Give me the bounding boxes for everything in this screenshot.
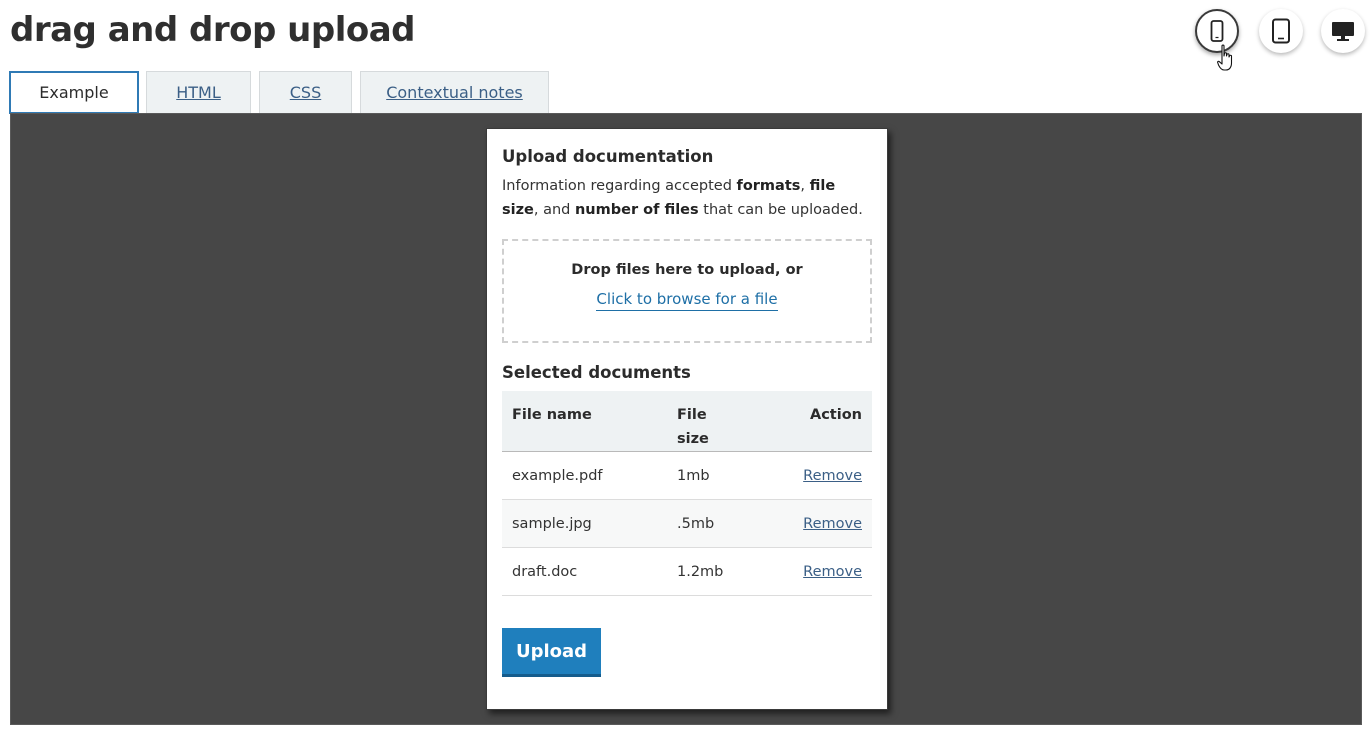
- file-size-header-line2: size: [677, 431, 709, 447]
- drop-instructions: Drop files here to upload, or: [571, 262, 803, 278]
- remove-link[interactable]: Remove: [803, 468, 862, 484]
- info-and: , and: [533, 202, 575, 218]
- table-row: example.pdf 1mb Remove: [502, 451, 872, 500]
- info-sep: ,: [800, 178, 810, 194]
- file-name-cell: draft.doc: [502, 547, 667, 596]
- selected-documents-heading: Selected documents: [502, 363, 691, 382]
- table-row: sample.jpg .5mb Remove: [502, 499, 872, 548]
- info-suffix: that can be uploaded.: [698, 202, 863, 218]
- upload-card: Upload documentation Information regardi…: [486, 128, 888, 710]
- action-cell: Remove: [737, 499, 872, 548]
- action-cell: Remove: [737, 547, 872, 596]
- desktop-icon: [1332, 22, 1354, 41]
- selected-documents-table: File name File size Action example.pdf 1m…: [502, 391, 872, 596]
- hand-pointer-cursor-icon: [1217, 44, 1233, 71]
- file-size-cell: 1.2mb: [667, 547, 737, 596]
- action-cell: Remove: [737, 451, 872, 500]
- info-formats: formats: [736, 178, 801, 194]
- file-name-cell: example.pdf: [502, 451, 667, 500]
- column-header-file-name: File name: [502, 391, 667, 452]
- tab-example[interactable]: Example: [9, 71, 139, 114]
- file-size-cell: 1mb: [667, 451, 737, 500]
- column-header-file-size: File size: [667, 391, 737, 452]
- file-dropzone[interactable]: Drop files here to upload, or Click to b…: [502, 239, 872, 343]
- file-size-cell: .5mb: [667, 499, 737, 548]
- upload-info-text: Information regarding accepted formats , …: [502, 174, 872, 222]
- tablet-view-button[interactable]: [1259, 9, 1303, 53]
- page-title: drag and drop upload: [10, 10, 416, 50]
- remove-link[interactable]: Remove: [803, 516, 862, 532]
- mobile-icon: [1210, 20, 1224, 42]
- desktop-view-button[interactable]: [1321, 9, 1365, 53]
- tab-contextual-notes[interactable]: Contextual notes: [360, 71, 549, 113]
- info-number: number of files: [574, 202, 699, 218]
- upload-heading: Upload documentation: [502, 147, 714, 166]
- upload-button[interactable]: Upload: [502, 628, 601, 677]
- tab-css[interactable]: CSS: [259, 71, 352, 113]
- column-header-action: Action: [737, 391, 872, 452]
- example-preview: Upload documentation Information regardi…: [10, 113, 1362, 725]
- table-header-row: File name File size Action: [502, 391, 872, 452]
- tablet-icon: [1272, 18, 1290, 44]
- file-name-cell: sample.jpg: [502, 499, 667, 548]
- page: drag and drop upload Example HTML CSS Co…: [0, 0, 1372, 738]
- tab-html[interactable]: HTML: [146, 71, 251, 113]
- remove-link[interactable]: Remove: [803, 564, 862, 580]
- file-size-header-line1: File: [677, 407, 707, 423]
- info-prefix: Information regarding accepted: [502, 178, 737, 194]
- table-row: draft.doc 1.2mb Remove: [502, 547, 872, 596]
- browse-file-link[interactable]: Click to browse for a file: [596, 290, 778, 311]
